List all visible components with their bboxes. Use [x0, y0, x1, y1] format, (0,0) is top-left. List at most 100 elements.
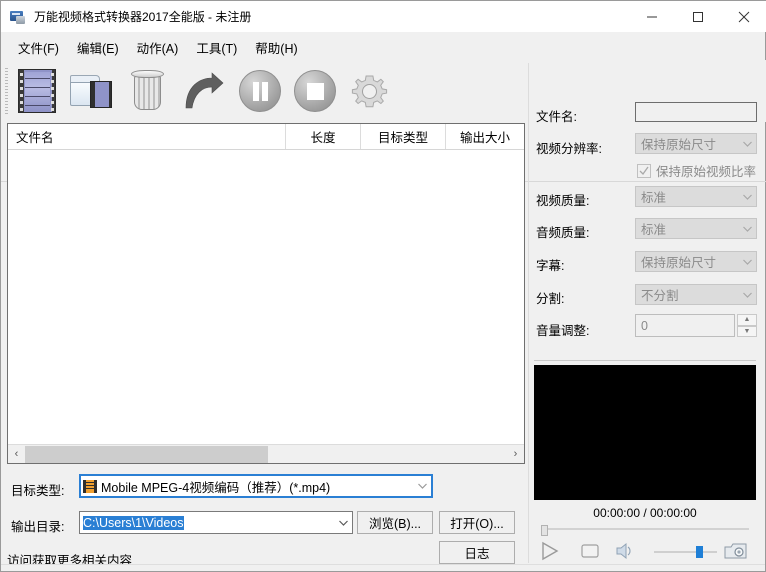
menu-bar: 文件(F) 编辑(E) 动作(A) 工具(T) 帮助(H)	[1, 35, 766, 59]
play-button[interactable]	[537, 539, 563, 563]
menu-action[interactable]: 动作(A)	[128, 35, 188, 60]
browse-button-label: 浏览(B)...	[369, 513, 421, 532]
speaker-icon	[615, 542, 635, 560]
play-icon	[540, 541, 560, 561]
maximize-button[interactable]	[675, 1, 721, 32]
seek-track[interactable]	[541, 528, 749, 530]
scroll-left-icon[interactable]: ‹	[8, 446, 25, 463]
file-list-body[interactable]	[8, 150, 524, 440]
audio-quality-value: 标准	[636, 219, 738, 238]
add-file-button[interactable]	[11, 67, 65, 115]
stepper-up-icon[interactable]: ▲	[737, 314, 757, 326]
menu-tools[interactable]: 工具(T)	[187, 35, 246, 60]
video-quality-chevron-down-icon[interactable]	[738, 194, 756, 200]
convert-icon	[182, 72, 224, 110]
subtitle-combo[interactable]: 保持原始尺寸	[635, 251, 757, 272]
stop-icon	[581, 543, 599, 559]
target-type-chevron-down-icon[interactable]	[414, 483, 431, 489]
menu-help[interactable]: 帮助(H)	[246, 35, 306, 60]
video-quality-value: 标准	[636, 187, 738, 206]
keep-ratio-checkbox[interactable]: 保持原始视频比率	[637, 161, 756, 180]
subtitle-chevron-down-icon[interactable]	[738, 259, 756, 265]
column-header-target-type[interactable]: 目标类型	[361, 124, 446, 149]
audio-quality-label: 音频质量:	[536, 222, 589, 241]
video-quality-combo[interactable]: 标准	[635, 186, 757, 207]
filename-input[interactable]	[635, 102, 757, 122]
column-header-filename[interactable]: 文件名	[8, 124, 286, 149]
file-list-hscrollbar[interactable]: ‹ ›	[8, 444, 524, 463]
status-bar	[1, 564, 765, 571]
pause-button[interactable]	[231, 67, 285, 115]
log-button-label: 日志	[464, 543, 489, 562]
snapshot-button[interactable]	[723, 539, 749, 563]
format-film-icon	[83, 480, 97, 493]
file-list-header: 文件名 长度 目标类型 输出大小	[8, 124, 524, 150]
browse-button[interactable]: 浏览(B)...	[357, 511, 433, 534]
volume-input[interactable]: 0	[635, 314, 735, 337]
column-header-output-size[interactable]: 输出大小	[446, 124, 524, 149]
hscroll-thumb[interactable]	[25, 446, 268, 463]
camera-icon	[724, 541, 748, 561]
panel-divider	[528, 63, 529, 563]
keep-ratio-label: 保持原始视频比率	[656, 161, 756, 180]
target-type-combo[interactable]: Mobile MPEG-4视频编码（推荐）(*.mp4)	[79, 474, 433, 498]
output-dir-combo[interactable]: C:\Users\1\Videos	[79, 511, 353, 534]
video-quality-label: 视频质量:	[536, 190, 589, 209]
split-chevron-down-icon[interactable]	[738, 292, 756, 298]
volume-stepper[interactable]: ▲ ▼	[737, 314, 757, 337]
menu-tools-label: 工具(T)	[196, 42, 237, 56]
delete-button[interactable]	[121, 67, 175, 115]
open-button-label: 打开(O)...	[450, 513, 503, 532]
player-timecode: 00:00:00 / 00:00:00	[534, 506, 756, 520]
stepper-down-icon[interactable]: ▼	[737, 326, 757, 338]
menu-file-label: 文件(F)	[18, 42, 59, 56]
scroll-right-icon[interactable]: ›	[507, 446, 524, 463]
menu-help-label: 帮助(H)	[255, 42, 297, 56]
log-button[interactable]: 日志	[439, 541, 515, 564]
audio-quality-chevron-down-icon[interactable]	[738, 226, 756, 232]
seek-slider[interactable]	[541, 525, 749, 533]
stop-icon	[294, 70, 336, 112]
resolution-chevron-down-icon[interactable]	[738, 141, 756, 147]
seek-thumb[interactable]	[541, 525, 548, 536]
menu-edit[interactable]: 编辑(E)	[68, 35, 128, 60]
mute-button[interactable]	[612, 539, 638, 563]
output-dir-value: C:\Users\1\Videos	[83, 516, 184, 530]
split-value: 不分割	[636, 285, 738, 304]
split-combo[interactable]: 不分割	[635, 284, 757, 305]
settings-button[interactable]	[341, 67, 395, 115]
pause-icon	[239, 70, 281, 112]
subtitle-label: 字幕:	[536, 255, 564, 274]
preview-divider	[534, 360, 756, 361]
convert-button[interactable]	[176, 67, 230, 115]
window-controls	[629, 1, 766, 32]
add-folder-icon	[70, 73, 114, 109]
stop-button[interactable]	[286, 67, 340, 115]
output-dir-chevron-down-icon[interactable]	[335, 520, 352, 526]
video-preview[interactable]	[534, 365, 756, 500]
target-type-value: Mobile MPEG-4视频编码（推荐）(*.mp4)	[98, 477, 414, 496]
add-folder-button[interactable]	[66, 67, 120, 115]
menu-file[interactable]: 文件(F)	[9, 35, 68, 60]
open-button[interactable]: 打开(O)...	[439, 511, 515, 534]
column-header-length[interactable]: 长度	[286, 124, 361, 149]
volume-slider[interactable]	[654, 545, 717, 559]
minimize-button[interactable]	[629, 1, 675, 32]
resolution-label: 视频分辨率:	[536, 138, 602, 157]
player-stop-button[interactable]	[577, 539, 603, 563]
window-title: 万能视频格式转换器2017全能版 - 未注册	[34, 8, 251, 25]
volume-track[interactable]	[654, 551, 717, 553]
volume-thumb[interactable]	[696, 546, 703, 558]
menu-action-label: 动作(A)	[137, 42, 179, 56]
hscroll-track[interactable]	[25, 446, 507, 463]
audio-quality-combo[interactable]: 标准	[635, 218, 757, 239]
filename-label: 文件名:	[536, 106, 577, 125]
close-button[interactable]	[721, 1, 766, 32]
target-type-label: 目标类型:	[11, 480, 64, 499]
resolution-combo[interactable]: 保持原始尺寸	[635, 133, 757, 154]
checkbox-box	[637, 164, 651, 178]
delete-icon	[131, 70, 164, 112]
title-bar: 万能视频格式转换器2017全能版 - 未注册	[1, 1, 766, 32]
toolbar-grip[interactable]	[5, 68, 8, 114]
split-label: 分割:	[536, 288, 564, 307]
